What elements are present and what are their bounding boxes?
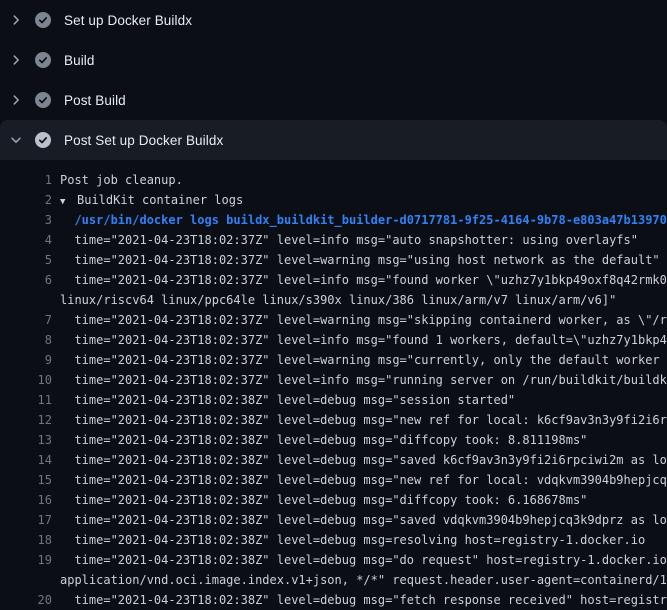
chevron-down-icon[interactable] xyxy=(9,132,23,148)
log-line-number[interactable]: 12 xyxy=(0,410,52,430)
log-line: 17 time="2021-04-23T18:02:38Z" level=deb… xyxy=(0,510,667,530)
log-line-number[interactable]: 5 xyxy=(0,250,52,270)
steps-list: Set up Docker Buildx Build P xyxy=(0,0,667,160)
step-row-set-up-docker-buildx[interactable]: Set up Docker Buildx xyxy=(0,0,667,40)
log-line: 14 time="2021-04-23T18:02:38Z" level=deb… xyxy=(0,450,667,470)
log-line: 2 ▼BuildKit container logs xyxy=(0,190,667,210)
log-line-text: time="2021-04-23T18:02:38Z" level=debug … xyxy=(60,590,667,610)
log-line-text: time="2021-04-23T18:02:38Z" level=debug … xyxy=(60,530,645,550)
log-line: 15 time="2021-04-23T18:02:38Z" level=deb… xyxy=(0,470,667,490)
log-line-number[interactable]: 11 xyxy=(0,390,52,410)
check-circle-icon xyxy=(35,132,51,148)
log-line: 8 time="2021-04-23T18:02:37Z" level=info… xyxy=(0,330,667,350)
log-line-text: time="2021-04-23T18:02:38Z" level=debug … xyxy=(60,490,587,510)
log-line-command: 3 /usr/bin/docker logs buildx_buildkit_b… xyxy=(0,210,667,230)
log-line-text: time="2021-04-23T18:02:38Z" level=debug … xyxy=(60,450,667,470)
log-line-text: time="2021-04-23T18:02:38Z" level=debug … xyxy=(60,550,667,570)
log-line-number[interactable]: 20 xyxy=(0,590,52,610)
log-line-number[interactable]: 10 xyxy=(0,370,52,390)
log-line: 19 time="2021-04-23T18:02:38Z" level=deb… xyxy=(0,550,667,570)
chevron-right-icon[interactable] xyxy=(9,12,23,28)
check-circle-icon xyxy=(35,12,51,28)
step-label: Post Build xyxy=(64,93,126,108)
log-line-number[interactable]: 3 xyxy=(0,210,52,230)
log-viewer: 1 Post job cleanup. 2 ▼BuildKit containe… xyxy=(0,170,667,610)
log-line: 20 time="2021-04-23T18:02:38Z" level=deb… xyxy=(0,590,667,610)
step-row-post-build[interactable]: Post Build xyxy=(0,80,667,120)
log-line-number[interactable]: 1 xyxy=(0,170,52,190)
step-row-post-set-up-docker-buildx[interactable]: Post Set up Docker Buildx xyxy=(0,120,667,160)
log-line-text: /usr/bin/docker logs buildx_buildkit_bui… xyxy=(60,210,667,230)
log-line-text: time="2021-04-23T18:02:38Z" level=debug … xyxy=(60,430,587,450)
log-line-number[interactable]: 2 xyxy=(0,190,52,210)
log-line: 18 time="2021-04-23T18:02:38Z" level=deb… xyxy=(0,530,667,550)
log-line-wrap: linux/riscv64 linux/ppc64le linux/s390x … xyxy=(0,290,667,310)
check-circle-icon xyxy=(35,52,51,68)
log-line-number[interactable]: 17 xyxy=(0,510,52,530)
log-line: 10 time="2021-04-23T18:02:37Z" level=inf… xyxy=(0,370,667,390)
log-line: 1 Post job cleanup. xyxy=(0,170,667,190)
chevron-right-icon[interactable] xyxy=(9,92,23,108)
log-line-number[interactable]: 7 xyxy=(0,310,52,330)
log-line-number[interactable]: 8 xyxy=(0,330,52,350)
log-line-number[interactable]: 9 xyxy=(0,350,52,370)
log-line-text: time="2021-04-23T18:02:37Z" level=info m… xyxy=(60,370,667,390)
log-line-number[interactable]: 16 xyxy=(0,490,52,510)
log-line-number[interactable] xyxy=(0,570,52,590)
log-line-text: time="2021-04-23T18:02:38Z" level=debug … xyxy=(60,390,515,410)
log-line: 12 time="2021-04-23T18:02:38Z" level=deb… xyxy=(0,410,667,430)
log-line-text: time="2021-04-23T18:02:38Z" level=debug … xyxy=(60,510,667,530)
log-line-text: time="2021-04-23T18:02:37Z" level=info m… xyxy=(60,230,638,250)
log-line-number[interactable]: 15 xyxy=(0,470,52,490)
log-line-text: time="2021-04-23T18:02:37Z" level=warnin… xyxy=(60,310,667,330)
log-line-text: time="2021-04-23T18:02:37Z" level=info m… xyxy=(60,270,667,290)
log-line-text: time="2021-04-23T18:02:37Z" level=warnin… xyxy=(60,250,660,270)
log-line-number[interactable]: 13 xyxy=(0,430,52,450)
log-line-text: ▼BuildKit container logs xyxy=(60,190,243,210)
step-label: Set up Docker Buildx xyxy=(64,13,192,28)
log-line: 9 time="2021-04-23T18:02:37Z" level=warn… xyxy=(0,350,667,370)
actions-job-log-panel: Set up Docker Buildx Build P xyxy=(0,0,667,610)
log-line: 5 time="2021-04-23T18:02:37Z" level=warn… xyxy=(0,250,667,270)
log-line-number[interactable]: 4 xyxy=(0,230,52,250)
log-line-text: linux/riscv64 linux/ppc64le linux/s390x … xyxy=(60,290,616,310)
check-circle-icon xyxy=(35,92,51,108)
log-line-text: Post job cleanup. xyxy=(60,170,183,190)
log-line-wrap: application/vnd.oci.image.index.v1+json,… xyxy=(0,570,667,590)
log-line-number[interactable]: 14 xyxy=(0,450,52,470)
log-line-number[interactable]: 19 xyxy=(0,550,52,570)
log-line-text: time="2021-04-23T18:02:37Z" level=warnin… xyxy=(60,350,667,370)
log-line-text: time="2021-04-23T18:02:38Z" level=debug … xyxy=(60,410,667,430)
step-label: Build xyxy=(64,53,95,68)
log-line-text: application/vnd.oci.image.index.v1+json,… xyxy=(60,570,667,590)
log-line: 6 time="2021-04-23T18:02:37Z" level=info… xyxy=(0,270,667,290)
log-line-text: time="2021-04-23T18:02:38Z" level=debug … xyxy=(60,470,667,490)
log-line-number[interactable] xyxy=(0,290,52,310)
log-line: 7 time="2021-04-23T18:02:37Z" level=warn… xyxy=(0,310,667,330)
log-line: 11 time="2021-04-23T18:02:38Z" level=deb… xyxy=(0,390,667,410)
step-row-build[interactable]: Build xyxy=(0,40,667,80)
log-line-number[interactable]: 6 xyxy=(0,270,52,290)
log-line: 16 time="2021-04-23T18:02:38Z" level=deb… xyxy=(0,490,667,510)
step-label: Post Set up Docker Buildx xyxy=(64,133,223,148)
chevron-right-icon[interactable] xyxy=(9,52,23,68)
log-line: 4 time="2021-04-23T18:02:37Z" level=info… xyxy=(0,230,667,250)
log-line-text: time="2021-04-23T18:02:37Z" level=info m… xyxy=(60,330,667,350)
log-line: 13 time="2021-04-23T18:02:38Z" level=deb… xyxy=(0,430,667,450)
log-line-number[interactable]: 18 xyxy=(0,530,52,550)
log-group-toggle-icon[interactable]: ▼ xyxy=(60,192,77,212)
